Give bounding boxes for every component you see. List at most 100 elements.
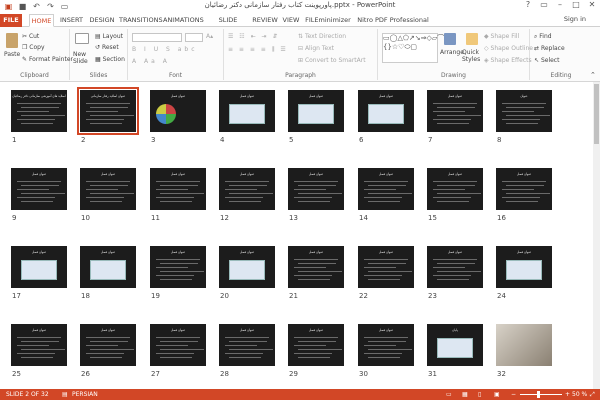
close-icon[interactable]: ✕ <box>586 0 598 9</box>
convert-smartart-button[interactable]: ⊞ Convert to SmartArt <box>298 57 366 64</box>
quick-styles-button[interactable]: Quick Styles <box>462 49 482 63</box>
slide-thumbnail[interactable]: عنوان فصل <box>150 324 206 366</box>
tab-transitions[interactable]: TRANSITIONS <box>119 14 163 27</box>
slide-thumbnail[interactable]: عنوان فصل <box>288 90 344 132</box>
tab-animations[interactable]: ANIMATIONS <box>163 14 204 27</box>
format-painter-button[interactable]: ✎ Format Painter <box>22 56 73 63</box>
slide-thumbnail[interactable]: عنوان فصل <box>496 168 552 210</box>
font-format-buttons[interactable]: B I U S abc <box>132 46 198 53</box>
cut-button[interactable]: ✂ Cut <box>22 33 39 40</box>
zoom-slider-knob[interactable] <box>537 391 540 398</box>
align-buttons[interactable]: ≡ ≡ ≡ ≡ ⫼ ☰ <box>228 46 288 54</box>
slide-thumbnail[interactable]: عنوان فصل <box>288 168 344 210</box>
slide-title: عنوان فصل <box>378 250 394 254</box>
slide-text-line <box>86 119 124 120</box>
align-text-button[interactable]: ⊟ Align Text <box>298 45 334 52</box>
tab-insert[interactable]: INSERT <box>58 14 85 27</box>
find-button[interactable]: ⌕ Find <box>534 33 552 41</box>
slide-text-line <box>17 111 49 112</box>
collapse-ribbon-icon[interactable]: ⌃ <box>590 71 596 79</box>
scrollbar-thumb[interactable] <box>594 84 599 144</box>
zoom-level[interactable]: 50 % <box>572 391 587 398</box>
tab-nitro-pdf[interactable]: Nitro PDF Professional <box>357 14 429 27</box>
slide-thumbnail[interactable]: عنوان فصل <box>80 246 136 288</box>
slide-thumbnail[interactable]: عنوان فصل <box>288 246 344 288</box>
slide-thumbnail[interactable]: عنوان فصل <box>80 324 136 366</box>
slide-thumbnail[interactable]: عنوان فصل <box>427 246 483 288</box>
shape-effects-button[interactable]: ◈ Shape Effects <box>484 57 532 64</box>
fit-to-window-icon[interactable]: ⤢ <box>590 391 595 399</box>
copy-button[interactable]: ❐ Copy <box>22 44 45 51</box>
new-slide-button[interactable]: New Slide <box>73 51 93 65</box>
slide-thumbnail[interactable]: عنوان فصل <box>11 246 67 288</box>
slide-thumbnail[interactable]: عنوان فصل <box>150 168 206 210</box>
font-color-buttons[interactable]: A Aa A <box>132 58 170 65</box>
slide-text-line <box>298 185 336 186</box>
layout-button[interactable]: ▤ Layout <box>95 33 123 40</box>
slide-thumbnail[interactable]: اسلاید های آموزشی سازمانی دکتر رضائیان <box>11 90 67 132</box>
slide-thumbnail[interactable]: عنوان فصل <box>427 90 483 132</box>
sign-in-link[interactable]: Sign in <box>564 15 586 23</box>
slide-thumbnail[interactable]: عنوان فصل <box>219 246 275 288</box>
tab-home[interactable]: HOME <box>29 14 54 27</box>
slide-thumbnail[interactable]: عنوان فصل <box>219 168 275 210</box>
select-button[interactable]: ↖ Select <box>534 57 559 64</box>
language-indicator[interactable]: PERSIAN <box>72 391 98 398</box>
slide-text-line <box>86 181 130 182</box>
slide-number: 8 <box>497 136 502 144</box>
font-size-box[interactable] <box>185 33 203 42</box>
zoom-in-icon[interactable]: + <box>565 391 570 398</box>
slide-thumbnail[interactable]: عنوان فصل <box>11 324 67 366</box>
slide-thumbnail[interactable]: عنوان فصل <box>11 168 67 210</box>
font-name-box[interactable] <box>132 33 182 42</box>
slide-text-line <box>156 353 194 354</box>
tab-file[interactable]: FILE <box>0 14 22 27</box>
slide-thumbnail[interactable]: عنوان فصل <box>427 168 483 210</box>
slide-thumbnail[interactable]: عنوان فصل <box>150 90 206 132</box>
arrange-button[interactable]: Arrange <box>440 49 464 56</box>
ribbon-options-icon[interactable]: ▭ <box>538 0 550 9</box>
reading-view-icon[interactable]: ▯ <box>478 391 481 398</box>
slideshow-view-icon[interactable]: ▣ <box>494 391 500 398</box>
paste-button[interactable]: Paste <box>4 51 20 58</box>
tab-view[interactable]: VIEW <box>281 14 301 27</box>
replace-button[interactable]: ⇄ Replace <box>534 45 565 52</box>
align-text-icon: ⊟ <box>298 45 305 52</box>
slide-thumbnail[interactable]: عنوان فصل <box>288 324 344 366</box>
zoom-slider[interactable] <box>520 394 562 395</box>
slide-text-line <box>364 353 402 354</box>
tab-review[interactable]: REVIEW <box>252 14 278 27</box>
slide-text-line <box>437 279 469 280</box>
slide-thumbnail[interactable]: عنوان فصل <box>496 246 552 288</box>
section-button[interactable]: ▦ Section <box>95 56 125 63</box>
tab-design[interactable]: DESIGN <box>88 14 116 27</box>
minimize-icon[interactable]: – <box>554 0 566 9</box>
shape-fill-button[interactable]: ◆ Shape Fill <box>484 33 519 40</box>
list-buttons[interactable]: ☰ ☷ ⇤ ⇥ ⇵ <box>228 33 279 40</box>
slide-thumbnail[interactable]: عنوان فصل <box>358 90 414 132</box>
tab-slide-show[interactable]: SLIDE SHOW <box>208 14 248 37</box>
slide-thumbnail[interactable]: عنوان فصل <box>358 246 414 288</box>
section-icon: ▦ <box>95 56 103 63</box>
tab-fileminimizer[interactable]: FILEminimizer <box>305 14 351 27</box>
zoom-out-icon[interactable]: − <box>511 391 516 398</box>
maximize-icon[interactable]: □ <box>570 0 582 9</box>
slide-sorter-view-icon[interactable]: ▦ <box>462 391 468 398</box>
slide-thumbnail[interactable]: عنوان اسلاید رفتار سازمانی <box>77 87 139 135</box>
slide-thumbnail[interactable]: عنوان فصل <box>219 324 275 366</box>
slide-thumbnail[interactable]: عنوان فصل <box>358 324 414 366</box>
shape-outline-button[interactable]: ◇ Shape Outline <box>484 45 533 52</box>
slide-thumbnail[interactable]: عنوان <box>496 90 552 132</box>
slide-thumbnail[interactable]: عنوان فصل <box>358 168 414 210</box>
reset-button[interactable]: ↺ Reset <box>95 44 119 51</box>
grow-font-icon[interactable]: A▴ <box>206 33 213 40</box>
shapes-gallery[interactable]: ▭◯△⬠↗↘⇒◇▱⌒⟨⟩{}☆♡⬭▢ <box>382 33 450 63</box>
normal-view-icon[interactable]: ▭ <box>446 391 452 398</box>
slide-thumbnail[interactable]: عنوان فصل <box>219 90 275 132</box>
slide-thumbnail[interactable] <box>496 324 552 366</box>
slide-thumbnail[interactable]: پایان <box>427 324 483 366</box>
text-direction-button[interactable]: ⇅ Text Direction <box>298 33 346 40</box>
slide-thumbnail[interactable]: عنوان فصل <box>150 246 206 288</box>
help-icon[interactable]: ? <box>522 0 534 9</box>
slide-thumbnail[interactable]: عنوان فصل <box>80 168 136 210</box>
